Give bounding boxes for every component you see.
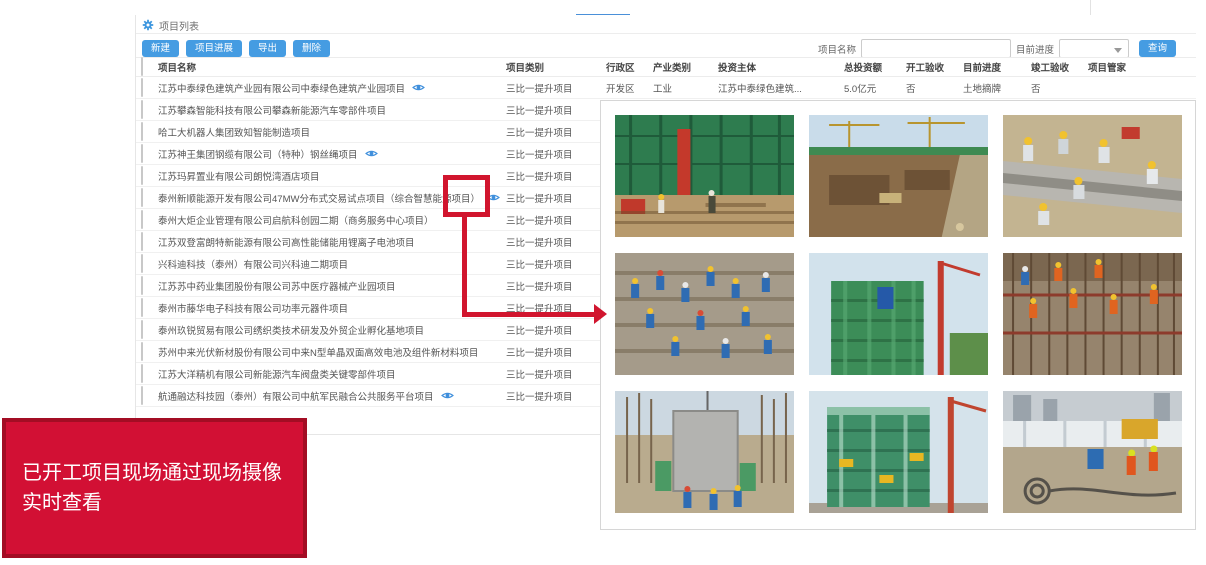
project-name-cell: 江苏大洋精机有限公司新能源汽车阀盘类关键零部件项目 bbox=[158, 367, 506, 381]
site-photo-7[interactable] bbox=[615, 391, 794, 513]
view-camera-eye-icon[interactable] bbox=[441, 391, 454, 400]
col-header-completion-check: 竣工验收 bbox=[1031, 60, 1088, 74]
row-checkbox[interactable] bbox=[141, 365, 158, 383]
view-camera-eye-icon[interactable] bbox=[412, 83, 425, 92]
annotation-highlight-rect bbox=[443, 175, 490, 217]
site-camera-photo-panel bbox=[600, 100, 1196, 530]
progress-select[interactable] bbox=[1059, 39, 1129, 58]
progress-label: 目前进度 bbox=[1016, 42, 1054, 56]
category-cell: 三比一提升项目 bbox=[506, 257, 606, 271]
start-check-cell: 否 bbox=[906, 81, 963, 95]
category-cell: 三比一提升项目 bbox=[506, 125, 606, 139]
row-checkbox[interactable] bbox=[141, 123, 158, 141]
category-cell: 三比一提升项目 bbox=[506, 367, 606, 381]
category-cell: 三比一提升项目 bbox=[506, 81, 606, 95]
search-area: 项目名称 目前进度 查询 bbox=[818, 39, 1176, 58]
toolbar: 新建 项目进展 导出 删除 bbox=[142, 40, 330, 57]
query-button[interactable]: 查询 bbox=[1139, 40, 1176, 57]
investor-cell: 江苏中泰绿色建筑... bbox=[718, 81, 844, 95]
row-checkbox[interactable] bbox=[141, 321, 158, 339]
row-checkbox[interactable] bbox=[141, 189, 158, 207]
category-cell: 三比一提升项目 bbox=[506, 279, 606, 293]
col-header-progress: 目前进度 bbox=[963, 60, 1031, 74]
row-checkbox[interactable] bbox=[141, 233, 158, 251]
project-name-cell: 江苏苏中药业集团股份有限公司苏中医疗器械产业园项目 bbox=[158, 279, 506, 293]
create-button[interactable]: 新建 bbox=[142, 40, 179, 57]
row-checkbox[interactable] bbox=[141, 277, 158, 295]
completion-check-cell: 否 bbox=[1031, 81, 1088, 95]
col-header-start-check: 开工验收 bbox=[906, 60, 963, 74]
site-photo-8[interactable] bbox=[809, 391, 988, 513]
row-checkbox[interactable] bbox=[141, 145, 158, 163]
col-header-district: 行政区 bbox=[606, 60, 653, 74]
category-cell: 三比一提升项目 bbox=[506, 191, 606, 205]
annotation-arrow-horizontal bbox=[462, 312, 594, 317]
site-photo-1[interactable] bbox=[615, 115, 794, 237]
site-photo-6[interactable] bbox=[1003, 253, 1182, 375]
table-header-row: 项目名称 项目类别 行政区 产业类别 投资主体 总投资额 开工验收 目前进度 竣… bbox=[136, 57, 1196, 77]
annotation-arrow-vertical bbox=[462, 217, 467, 313]
annotation-callout: 已开工项目现场通过现场摄像实时查看 bbox=[2, 418, 307, 558]
col-header-name: 项目名称 bbox=[158, 60, 506, 74]
callout-text: 已开工项目现场通过现场摄像实时查看 bbox=[22, 458, 287, 518]
col-header-manager: 项目管家 bbox=[1088, 60, 1196, 74]
row-checkbox[interactable] bbox=[141, 211, 158, 229]
project-name-cell: 航通融达科技园（泰州）有限公司中航军民融合公共服务平台项目 bbox=[158, 389, 506, 403]
project-name-cell: 江苏攀森智能科技有限公司攀森新能源汽车零部件项目 bbox=[158, 103, 506, 117]
category-cell: 三比一提升项目 bbox=[506, 345, 606, 359]
project-name-cell: 哈工大机器人集团致知智能制造项目 bbox=[158, 125, 506, 139]
project-name-cell: 江苏中泰绿色建筑产业园有限公司中泰绿色建筑产业园项目 bbox=[158, 81, 506, 95]
project-name-cell: 泰州市藤华电子科技有限公司功率元器件项目 bbox=[158, 301, 506, 315]
select-all-checkbox[interactable] bbox=[141, 58, 158, 76]
tab-edge-divider bbox=[1090, 0, 1091, 15]
row-checkbox[interactable] bbox=[141, 299, 158, 317]
col-header-industry: 产业类别 bbox=[653, 60, 718, 74]
table-row: 江苏中泰绿色建筑产业园有限公司中泰绿色建筑产业园项目 三比一提升项目 开发区 工… bbox=[136, 77, 1196, 99]
header-divider bbox=[136, 33, 1196, 34]
amount-cell: 5.0亿元 bbox=[844, 81, 906, 95]
category-cell: 三比一提升项目 bbox=[506, 147, 606, 161]
col-header-amount: 总投资额 bbox=[844, 60, 906, 74]
project-name-cell: 兴科迪科技（泰州）有限公司兴科迪二期项目 bbox=[158, 257, 506, 271]
row-checkbox[interactable] bbox=[141, 387, 158, 405]
district-cell: 开发区 bbox=[606, 81, 653, 95]
site-photo-9[interactable] bbox=[1003, 391, 1182, 513]
col-header-investor: 投资主体 bbox=[718, 60, 844, 74]
category-cell: 三比一提升项目 bbox=[506, 323, 606, 337]
project-name-cell: 江苏神王集团钢缆有限公司（特种）钢丝绳项目 bbox=[158, 147, 506, 161]
export-button[interactable]: 导出 bbox=[249, 40, 286, 57]
progress-button[interactable]: 项目进展 bbox=[186, 40, 242, 57]
industry-cell: 工业 bbox=[653, 81, 718, 95]
project-name-label: 项目名称 bbox=[818, 42, 856, 56]
category-cell: 三比一提升项目 bbox=[506, 103, 606, 117]
gear-icon bbox=[142, 19, 154, 31]
category-cell: 三比一提升项目 bbox=[506, 213, 606, 227]
project-name-cell: 泰州玖锐贸易有限公司绣织类技术研发及外贸企业孵化基地项目 bbox=[158, 323, 506, 337]
project-name-input[interactable] bbox=[861, 39, 1011, 58]
view-camera-eye-icon[interactable] bbox=[365, 149, 378, 158]
row-checkbox[interactable] bbox=[141, 167, 158, 185]
panel-header: 项目列表 bbox=[142, 18, 199, 32]
row-checkbox[interactable] bbox=[141, 101, 158, 119]
category-cell: 三比一提升项目 bbox=[506, 389, 606, 403]
row-checkbox[interactable] bbox=[141, 255, 158, 273]
row-checkbox[interactable] bbox=[141, 343, 158, 361]
site-photo-4[interactable] bbox=[615, 253, 794, 375]
progress-cell: 土地摘牌 bbox=[963, 81, 1031, 95]
project-name-cell: 江苏双登富朗特新能源有限公司高性能储能用锂离子电池项目 bbox=[158, 235, 506, 249]
annotation-arrow-head bbox=[594, 304, 607, 324]
delete-button[interactable]: 删除 bbox=[293, 40, 330, 57]
col-header-category: 项目类别 bbox=[506, 60, 606, 74]
site-photo-5[interactable] bbox=[809, 253, 988, 375]
site-photo-2[interactable] bbox=[809, 115, 988, 237]
category-cell: 三比一提升项目 bbox=[506, 235, 606, 249]
category-cell: 三比一提升项目 bbox=[506, 169, 606, 183]
project-name-cell: 苏州中来光伏新材股份有限公司中来N型单晶双面高效电池及组件新材料项目 bbox=[158, 345, 506, 359]
site-photo-3[interactable] bbox=[1003, 115, 1182, 237]
row-checkbox[interactable] bbox=[141, 79, 158, 97]
page-title: 项目列表 bbox=[159, 18, 199, 33]
